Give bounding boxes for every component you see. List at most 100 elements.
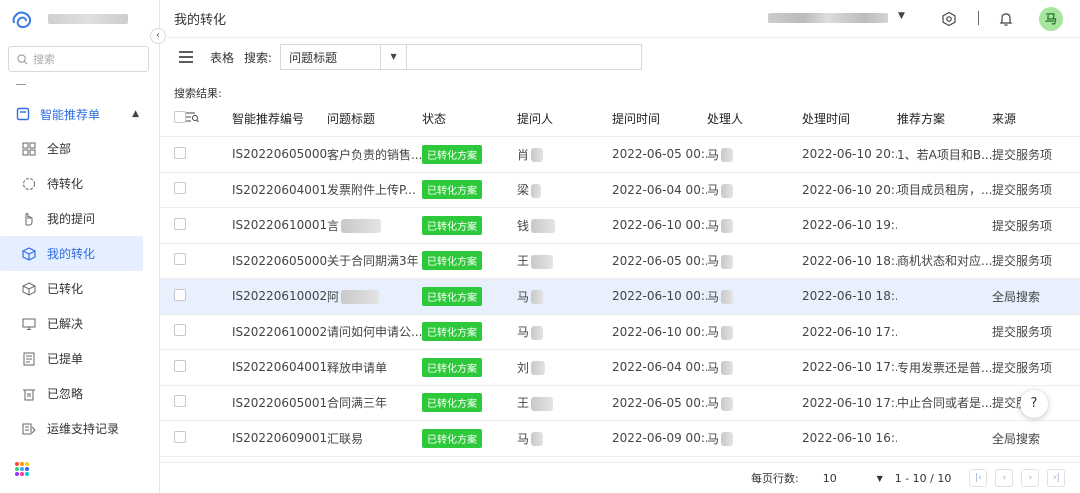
row-checkbox[interactable]	[174, 182, 186, 195]
apps-grid-icon[interactable]	[14, 461, 30, 477]
help-button[interactable]: ?	[1020, 390, 1048, 418]
cell-handled-time: 2022-06-10 17:...	[802, 396, 897, 410]
cell-id[interactable]: IS202206050006	[232, 254, 327, 268]
cell-asked-time-text: 2022-06-05 00:...	[612, 253, 707, 268]
view-mode-label[interactable]: 表格	[210, 49, 234, 66]
filter-search-icon[interactable]	[186, 112, 199, 123]
row-checkbox[interactable]	[174, 430, 186, 443]
column-header-handled-time[interactable]: 处理时间	[802, 110, 897, 127]
cell-plan: 项目成员租房，...	[897, 181, 992, 198]
cell-id[interactable]: IS202206050010	[232, 396, 327, 410]
row-checkbox[interactable]	[174, 253, 186, 266]
search-field-select[interactable]: 问题标题 ▼	[280, 44, 407, 70]
row-checkbox[interactable]	[174, 146, 186, 159]
cell-asker-text: 肖	[517, 147, 530, 162]
rows-per-page-select[interactable]: 10 ▼	[823, 472, 883, 485]
last-page-icon: ›|	[1053, 473, 1060, 483]
last-page-button[interactable]: ›|	[1047, 469, 1066, 487]
first-page-button[interactable]: |‹	[969, 469, 988, 487]
table-row[interactable]: IS202206090013 汇联易 已转化方案马 2022-06-09 00:...…	[160, 421, 1080, 457]
sidebar-item-submitted[interactable]: 已提单	[0, 341, 159, 376]
chevron-down-icon[interactable]: ▼	[877, 474, 883, 483]
settings-hexagon-icon[interactable]	[941, 11, 957, 27]
column-header-id[interactable]: 智能推荐编号	[232, 110, 327, 127]
table-row[interactable]: IS202206050005 客户负责的销售... 已转化方案 肖 2022-06-05…	[160, 137, 1080, 173]
status-badge: 已转化方案	[422, 393, 482, 413]
select-all-checkbox[interactable]	[174, 111, 186, 123]
redacted-text	[531, 396, 554, 411]
logo-icon	[12, 11, 32, 29]
cell-title[interactable]: 关于合同期满3年	[327, 252, 422, 269]
redacted-text	[531, 148, 544, 163]
cell-source-text: 提交服务项	[992, 183, 1053, 198]
sidebar-item-converted[interactable]: 已转化	[0, 271, 159, 306]
table-row[interactable]: IS202206100022 请问如何申请公... 已转化方案马 2022-06-10…	[160, 315, 1080, 350]
cell-id[interactable]: IS202206090013	[232, 431, 327, 445]
sidebar-item-label: 已提单	[47, 352, 84, 366]
cell-title[interactable]: 客户负责的销售...	[327, 146, 422, 163]
cell-handler: 马	[707, 217, 802, 234]
column-header-plan[interactable]: 推荐方案	[897, 110, 992, 127]
bell-icon[interactable]	[998, 11, 1014, 27]
pending-icon	[23, 177, 35, 190]
hamburger-menu-icon[interactable]	[179, 51, 193, 63]
app-root: 搜索 智能推荐单 ▲ 全部 待转化 我的提问 我的转化 已转化 已解决 已提单 …	[0, 0, 1080, 493]
cell-title[interactable]: 请问如何申请公...	[327, 323, 422, 340]
sidebar-group-smart-recommend[interactable]: 智能推荐单 ▲	[0, 97, 159, 131]
sidebar-item-my-questions[interactable]: 我的提问	[0, 201, 159, 236]
table-row[interactable]: IS202206100023 阿已转化方案马 2022-06-10 00:... 马 2…	[160, 279, 1080, 315]
column-header-asked-time[interactable]: 提问时间	[612, 110, 707, 127]
cell-status: 已转化方案	[422, 251, 517, 271]
cell-id[interactable]: IS202206050005	[232, 147, 327, 161]
cell-title[interactable]: 释放申请单	[327, 359, 422, 376]
cube-icon	[22, 246, 36, 261]
cell-handler-text: 马	[707, 218, 720, 233]
row-checkbox[interactable]	[174, 288, 186, 301]
column-header-asker[interactable]: 提问人	[517, 110, 612, 127]
cell-id[interactable]: IS202206100018	[232, 218, 327, 232]
sidebar-search-input[interactable]: 搜索	[8, 46, 149, 72]
cell-id[interactable]: IS202206040011	[232, 360, 327, 374]
cell-title[interactable]: 发票附件上传P...	[327, 181, 422, 198]
table-row[interactable]: IS202206040011 释放申请单 已转化方案 刘 2022-06-04 00:.…	[160, 350, 1080, 386]
table-row[interactable]: IS202206100018 言 已转化方案 钱 2022-06-10 00:... 马 2…	[160, 208, 1080, 244]
chevron-down-icon[interactable]: ▼	[898, 11, 905, 21]
cell-asked-time-text: 2022-06-10 00:...	[612, 218, 707, 233]
sidebar-item-pending[interactable]: 待转化	[0, 166, 159, 201]
cell-title[interactable]: 汇联易	[327, 430, 422, 447]
cell-source: 全局搜索	[992, 288, 1078, 305]
cell-asker-text: 钱	[517, 218, 530, 233]
redacted-text	[721, 183, 734, 198]
cell-id[interactable]: IS202206040014	[232, 183, 327, 197]
row-checkbox[interactable]	[174, 359, 186, 372]
prev-page-button[interactable]: ‹	[995, 469, 1014, 487]
tenant-selector-redacted[interactable]	[768, 13, 888, 23]
cell-asker: 马	[517, 323, 612, 340]
cell-asked-time: 2022-06-04 00:...	[612, 360, 707, 374]
column-header-status[interactable]: 状态	[422, 110, 517, 127]
sidebar-collapse-button[interactable]: ‹	[150, 28, 166, 44]
cell-title[interactable]: 合同满三年	[327, 394, 422, 411]
row-checkbox[interactable]	[174, 395, 186, 408]
sidebar-item-ops-records[interactable]: 运维支持记录	[0, 411, 159, 446]
column-header-title[interactable]: 问题标题	[327, 110, 422, 127]
row-checkbox[interactable]	[174, 217, 186, 230]
table-row[interactable]: IS202206050006 关于合同期满3年 已转化方案 王 2022-06-05 0…	[160, 244, 1080, 279]
cell-title[interactable]: 言	[327, 217, 422, 234]
search-input[interactable]	[406, 44, 643, 70]
next-page-button[interactable]: ›	[1021, 469, 1040, 487]
sidebar-item-resolved[interactable]: 已解决	[0, 306, 159, 341]
sidebar-item-ignored[interactable]: 已忽略	[0, 376, 159, 411]
column-header-handler[interactable]: 处理人	[707, 110, 802, 127]
row-checkbox[interactable]	[174, 324, 186, 337]
cell-id[interactable]: IS202206100023	[232, 289, 327, 303]
chevron-down-icon[interactable]: ▼	[380, 45, 406, 69]
cell-title[interactable]: 阿	[327, 288, 422, 305]
table-row[interactable]: IS202206040014 发票附件上传P... 已转化方案 梁 2022-06-04…	[160, 173, 1080, 208]
user-avatar[interactable]: 马	[1039, 7, 1063, 31]
column-header-source[interactable]: 来源	[992, 110, 1078, 127]
sidebar-item-all[interactable]: 全部	[0, 131, 159, 166]
table-row[interactable]: IS202206050010 合同满三年 已转化方案 王 2022-06-05 00:.…	[160, 386, 1080, 421]
cell-id[interactable]: IS202206100022	[232, 325, 327, 339]
sidebar-item-my-conversions[interactable]: 我的转化	[0, 236, 143, 271]
